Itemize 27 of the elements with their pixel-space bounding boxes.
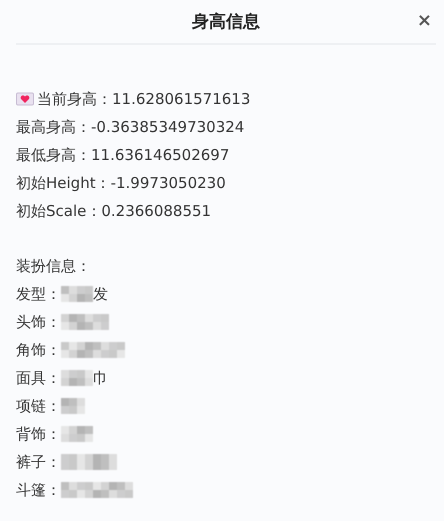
height-stat: 初始Height：-1.9973050230 bbox=[16, 174, 226, 192]
close-button[interactable]: × bbox=[412, 10, 436, 31]
redaction-mosaic bbox=[61, 398, 85, 414]
height-stat: 当前身高：11.628061571613 bbox=[37, 90, 250, 108]
height-stat: 最低身高：11.636146502697 bbox=[16, 146, 230, 164]
redaction-mosaic bbox=[61, 342, 125, 358]
dialog-title: 身高信息 bbox=[192, 11, 260, 33]
section-heading: 装扮信息： bbox=[16, 256, 91, 276]
redaction-mosaic bbox=[61, 370, 93, 386]
redaction-mosaic bbox=[61, 454, 117, 470]
redaction-mosaic bbox=[61, 482, 133, 498]
redaction-mosaic bbox=[61, 286, 93, 302]
outfit-label: 面具： bbox=[16, 368, 61, 388]
redaction-mosaic bbox=[61, 426, 93, 442]
height-stat: 最高身高：-0.36385349730324 bbox=[16, 118, 244, 136]
outfit-label: 头饰： bbox=[16, 312, 61, 332]
outfit-value: 巾 bbox=[93, 368, 108, 388]
outfit-value: 发 bbox=[93, 284, 108, 304]
outfit-label: 发型： bbox=[16, 284, 61, 304]
redaction-mosaic bbox=[61, 314, 109, 330]
outfit-label: 角饰： bbox=[16, 340, 61, 360]
heart-letter-icon bbox=[16, 92, 34, 106]
height-stat: 初始Scale：0.2366088551 bbox=[16, 202, 212, 220]
outfit-label: 斗篷： bbox=[16, 480, 61, 500]
outfit-label: 背饰： bbox=[16, 424, 61, 444]
outfit-label: 项链： bbox=[16, 396, 61, 416]
outfit-label: 裤子： bbox=[16, 452, 61, 472]
